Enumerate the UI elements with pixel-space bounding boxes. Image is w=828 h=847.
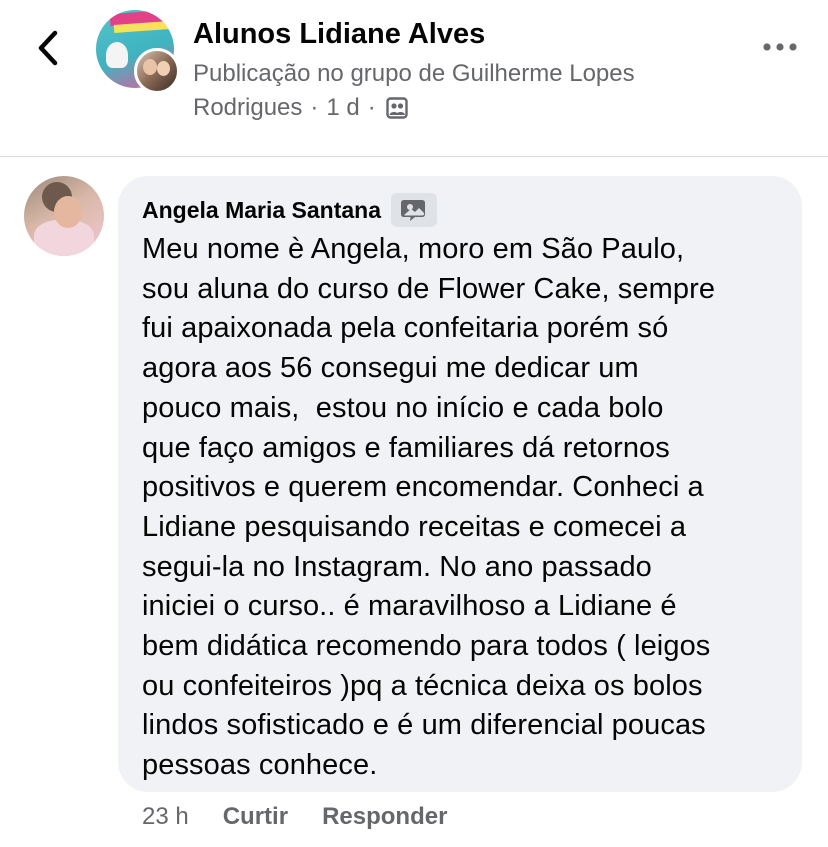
members-only-icon [386,97,408,119]
post-age[interactable]: 1 d [326,91,359,125]
comment-bubble[interactable]: Angela Maria Santana Meu nome è Angela, … [118,176,802,792]
header-divider [0,156,828,157]
group-name[interactable]: Alunos Lidiane Alves [193,18,485,51]
separator-dot: · [367,94,376,121]
comment-author-name[interactable]: Angela Maria Santana [142,197,381,224]
post-context: Publicação no grupo de Guilherme Lopes R… [193,57,733,125]
more-horizontal-icon [763,43,797,51]
commenter-avatar[interactable] [24,176,104,256]
author-badge [391,193,438,227]
reply-button[interactable]: Responder [322,803,447,831]
more-options-button[interactable] [760,32,800,62]
profile-picture-frame-icon [401,200,426,221]
comment-text: Meu nome è Angela, moro em São Paulo, so… [142,233,716,782]
group-owner-avatar [134,48,180,94]
post-header: Alunos Lidiane Alves Publicação no grupo… [0,0,828,156]
comment-actions: 23 h Curtir Responder [142,803,481,831]
chevron-left-icon [38,30,58,66]
like-button[interactable]: Curtir [223,803,288,831]
post-context-author-tail[interactable]: Rodrigues [193,91,302,125]
group-avatar[interactable] [96,10,180,94]
separator-dot: · [310,94,319,121]
comment-timestamp[interactable]: 23 h [142,803,189,831]
post-context-line[interactable]: Publicação no grupo de Guilherme Lopes [193,57,733,91]
back-button[interactable] [26,26,70,70]
